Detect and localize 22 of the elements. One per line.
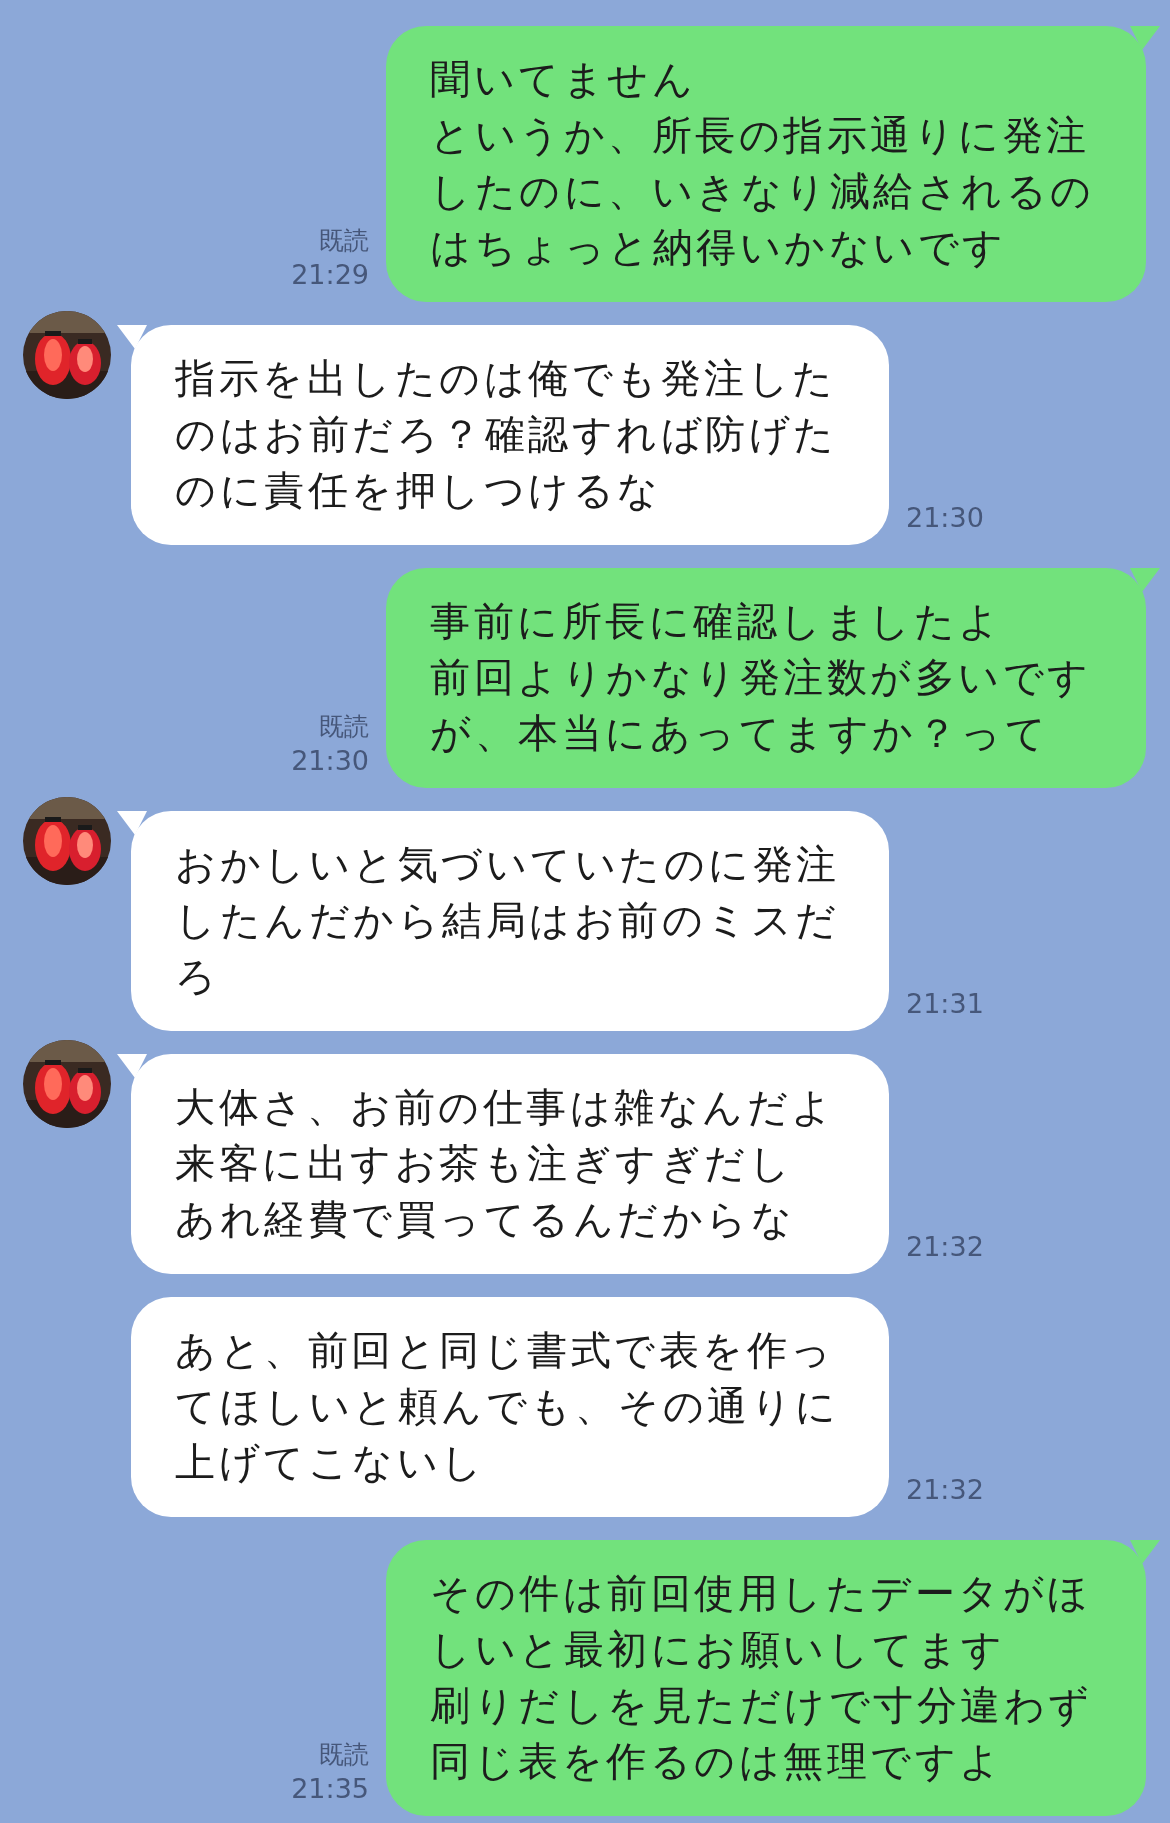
read-receipt: 既読	[319, 711, 369, 743]
message-text: 大体さ、お前の仕事は雑なんだよ	[175, 1083, 837, 1132]
read-receipt: 既読	[319, 225, 369, 257]
message-text: その件は前回使用したデータがほしいと最初にお願いしてます	[430, 1569, 1093, 1674]
message-text: 刷りだしを見ただけで寸分違わず同じ表を作るのは無理ですよ	[430, 1681, 1094, 1786]
message-time: 21:30	[291, 744, 369, 778]
message-text: 聞いてません	[430, 55, 697, 104]
message-text: 来客に出すお茶も注ぎすぎだし	[175, 1139, 794, 1188]
message-text: 事前に所長に確認しましたよ	[430, 597, 1004, 646]
message-text: 前回よりかなり発注数が多いですが、本当にあってますか？って	[430, 653, 1093, 758]
message-text: 指示を出したのは俺でも発注したのはお前だろ？確認すれば防げたのに責任を押しつけるな	[175, 354, 839, 515]
message-time: 21:35	[291, 1772, 369, 1806]
message-time: 21:32	[906, 1230, 984, 1264]
message-time: 21:30	[906, 501, 984, 535]
message-text: あれ経費で買ってるんだからな	[175, 1195, 796, 1244]
read-receipt: 既読	[319, 1739, 369, 1771]
message-time: 21:32	[906, 1473, 984, 1507]
message-text: というか、所長の指示通りに発注したのに、いきなり減給されるのはちょっと納得いかないです	[430, 111, 1096, 272]
message-text: おかしいと気づいていたのに発注したんだから結局はお前のミスだろ	[175, 840, 841, 1001]
message-time: 21:29	[291, 258, 369, 292]
message-text: あと、前回と同じ書式で表を作ってほしいと頼んでも、その通りに上げてこないし	[175, 1326, 841, 1487]
message-time: 21:31	[906, 987, 984, 1021]
